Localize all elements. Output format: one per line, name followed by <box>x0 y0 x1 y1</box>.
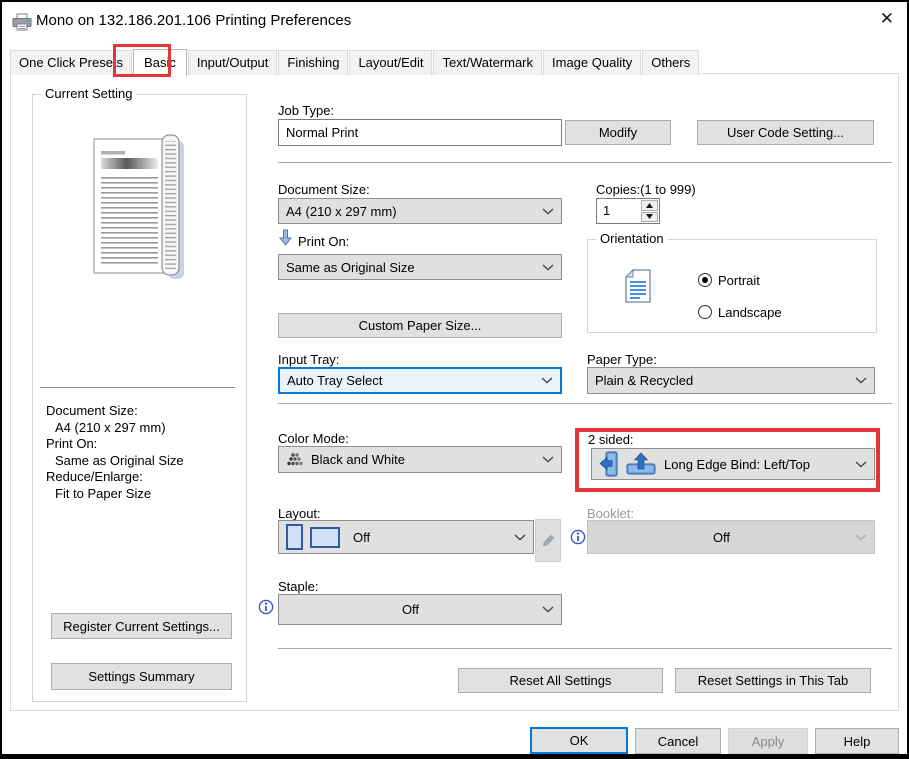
window-title: Mono on 132.186.201.106 Printing Prefere… <box>36 12 351 29</box>
print-on-value: Same as Original Size <box>286 260 415 275</box>
current-setting-summary: Document Size: A4 (210 x 297 mm) Print O… <box>46 403 184 502</box>
edit-layout-button[interactable] <box>535 519 561 562</box>
summary-label: Reduce/Enlarge: <box>46 469 184 486</box>
print-on-dropdown[interactable]: Same as Original Size <box>278 254 562 280</box>
input-tray-dropdown[interactable]: Auto Tray Select <box>278 367 562 394</box>
summary-value: Fit to Paper Size <box>46 486 184 503</box>
spin-down-button[interactable] <box>641 212 658 223</box>
copies-label: Copies:(1 to 999) <box>596 182 696 197</box>
portrait-radio-label: Portrait <box>718 273 760 288</box>
job-type-label: Job Type: <box>278 103 334 118</box>
user-code-setting-button[interactable]: User Code Setting... <box>697 120 874 145</box>
tab-one-click-presets[interactable]: One Click Presets <box>10 50 132 75</box>
two-sided-dropdown[interactable]: Long Edge Bind: Left/Top <box>591 448 875 480</box>
printer-icon <box>11 13 33 32</box>
chevron-down-icon <box>514 534 526 541</box>
cancel-button[interactable]: Cancel <box>635 728 721 754</box>
long-edge-bind-portrait-icon <box>599 450 618 478</box>
close-button[interactable]: ✕ <box>880 9 894 29</box>
orientation-legend: Orientation <box>596 231 668 246</box>
copies-spinner[interactable]: 1 <box>596 198 660 224</box>
color-mode-value: Black and White <box>311 452 405 467</box>
two-sided-value: Long Edge Bind: Left/Top <box>664 457 810 472</box>
staple-value: Off <box>286 602 535 617</box>
separator <box>278 403 892 404</box>
booklet-label: Booklet: <box>587 506 634 521</box>
help-button[interactable]: Help <box>815 728 899 754</box>
print-on-label: Print On: <box>298 234 349 249</box>
spin-up-button[interactable] <box>641 200 658 211</box>
paper-type-dropdown[interactable]: Plain & Recycled <box>587 367 875 394</box>
layout-portrait-page-icon <box>286 524 303 550</box>
black-and-white-dots-icon <box>286 452 304 467</box>
input-tray-value: Auto Tray Select <box>287 373 382 388</box>
printing-preferences-dialog: Mono on 132.186.201.106 Printing Prefere… <box>0 0 909 759</box>
chevron-down-icon <box>855 461 867 468</box>
summary-label: Document Size: <box>46 403 184 420</box>
document-size-label: Document Size: <box>278 182 370 197</box>
separator <box>40 387 235 388</box>
tab-input-output[interactable]: Input/Output <box>188 50 278 75</box>
portrait-radio[interactable] <box>698 273 712 287</box>
paper-type-label: Paper Type: <box>587 352 657 367</box>
color-mode-dropdown[interactable]: Black and White <box>278 446 562 473</box>
chevron-down-icon <box>542 208 554 215</box>
landscape-radio[interactable] <box>698 305 712 319</box>
blue-down-arrow-icon <box>279 229 292 246</box>
summary-label: Print On: <box>46 436 184 453</box>
job-type-field[interactable]: Normal Print <box>278 119 562 146</box>
copies-value: 1 <box>603 203 610 218</box>
summary-value: Same as Original Size <box>46 453 184 470</box>
tab-others[interactable]: Others <box>642 50 699 75</box>
landscape-radio-label: Landscape <box>718 305 782 320</box>
tab-basic[interactable]: Basic <box>133 49 187 76</box>
document-size-dropdown[interactable]: A4 (210 x 297 mm) <box>278 198 562 224</box>
pencil-icon <box>541 533 556 548</box>
settings-summary-button[interactable]: Settings Summary <box>51 663 232 690</box>
chevron-down-icon <box>542 606 554 613</box>
booklet-dropdown[interactable]: Off <box>587 520 875 554</box>
chevron-down-icon <box>541 377 553 384</box>
portrait-page-icon <box>624 268 652 304</box>
layout-landscape-page-icon <box>310 527 340 548</box>
two-sided-label: 2 sided: <box>588 432 634 447</box>
paper-type-value: Plain & Recycled <box>595 373 693 388</box>
modify-button[interactable]: Modify <box>565 120 671 145</box>
apply-button[interactable]: Apply <box>728 728 808 754</box>
booklet-value: Off <box>595 530 848 545</box>
chevron-down-icon <box>855 534 867 541</box>
reset-all-settings-button[interactable]: Reset All Settings <box>458 668 663 693</box>
input-tray-label: Input Tray: <box>278 352 339 367</box>
reset-settings-tab-button[interactable]: Reset Settings in This Tab <box>675 668 871 693</box>
separator <box>278 648 892 649</box>
chevron-down-icon <box>542 264 554 271</box>
info-icon <box>570 529 586 545</box>
color-mode-label: Color Mode: <box>278 431 349 446</box>
staple-dropdown[interactable]: Off <box>278 594 562 625</box>
document-preview-image <box>82 127 192 285</box>
title-bar: Mono on 132.186.201.106 Printing Prefere… <box>2 2 907 42</box>
layout-dropdown[interactable]: Off <box>278 520 534 554</box>
layout-label: Layout: <box>278 506 321 521</box>
summary-value: A4 (210 x 297 mm) <box>46 420 184 437</box>
document-size-value: A4 (210 x 297 mm) <box>286 204 397 219</box>
chevron-down-icon <box>542 456 554 463</box>
tab-strip: One Click Presets Basic Input/Output Fin… <box>10 49 700 75</box>
tab-image-quality[interactable]: Image Quality <box>543 50 641 75</box>
tab-layout-edit[interactable]: Layout/Edit <box>349 50 432 75</box>
long-edge-bind-landscape-icon <box>625 452 657 476</box>
info-icon <box>258 599 274 615</box>
staple-label: Staple: <box>278 579 318 594</box>
layout-value: Off <box>353 530 370 545</box>
register-current-settings-button[interactable]: Register Current Settings... <box>51 613 232 639</box>
ok-button[interactable]: OK <box>530 727 628 754</box>
chevron-down-icon <box>855 377 867 384</box>
current-setting-legend: Current Setting <box>41 86 136 101</box>
custom-paper-size-button[interactable]: Custom Paper Size... <box>278 313 562 338</box>
tab-finishing[interactable]: Finishing <box>278 50 348 75</box>
job-type-value: Normal Print <box>286 125 358 140</box>
tab-text-watermark[interactable]: Text/Watermark <box>433 50 542 75</box>
separator <box>278 162 892 163</box>
